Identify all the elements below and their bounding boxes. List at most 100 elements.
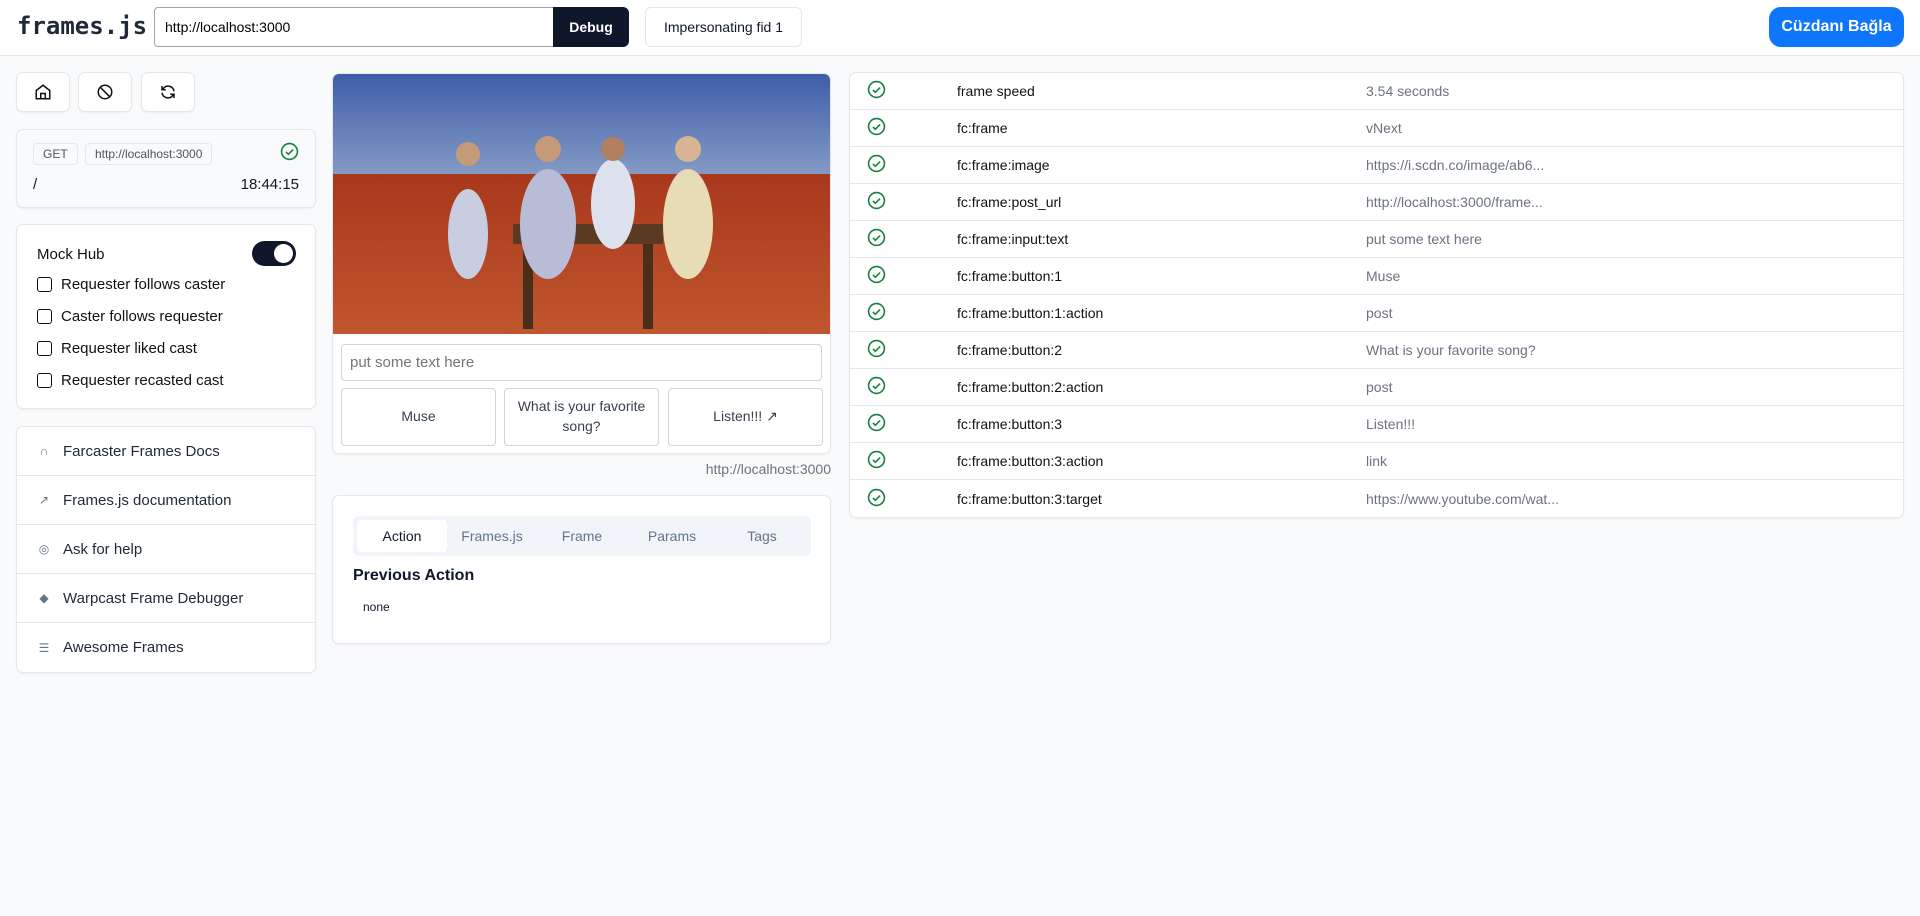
request-card[interactable]: GET http://localhost:3000 / 18:44:15 [16,129,316,208]
frame-button-2[interactable]: What is your favorite song? [504,388,659,446]
tab-params[interactable]: Params [627,520,717,552]
meta-value: put some text here [1366,231,1482,247]
link-label: Warpcast Frame Debugger [63,589,244,607]
meta-key: fc:frame:button:3 [957,416,1063,432]
checkbox-label: Caster follows requester [61,308,223,325]
logo: frames.js [17,12,148,40]
host-badge: http://localhost:3000 [85,143,213,165]
clear-button[interactable] [78,72,132,112]
meta-value: link [1366,453,1388,469]
previous-action-value: none [363,600,390,614]
farcaster-icon: ∩ [39,444,49,458]
meta-key: fc:frame:button:3:action [957,453,1104,469]
tab-frame[interactable]: Frame [537,520,627,552]
mock-hub-label: Mock Hub [37,246,105,263]
table-row: fc:frame:image https://i.scdn.co/image/ab… [850,147,1903,184]
meta-value: vNext [1366,120,1402,136]
table-row: frame speed 3.54 seconds [850,73,1903,110]
meta-key: fc:frame:input:text [957,231,1069,247]
home-icon [35,84,51,100]
connect-wallet-button[interactable]: Cüzdanı Bağla [1769,7,1904,47]
check-circle-icon [867,191,886,210]
table-row: fc:frame:button:1 Muse [850,258,1903,295]
check-circle-icon [867,117,886,136]
meta-value: What is your favorite song? [1366,342,1536,358]
checkbox-caster-follows-requester[interactable]: Caster follows requester [37,308,223,325]
tab-list: Action Frames.js Frame Params Tags [353,516,811,556]
check-circle-icon [867,488,886,506]
checkbox-requester-liked-cast[interactable]: Requester liked cast [37,340,197,357]
refresh-button[interactable] [141,72,195,112]
checkbox-requester-follows-caster[interactable]: Requester follows caster [37,276,225,293]
check-circle-icon [280,142,299,161]
refresh-icon [161,85,175,99]
check-circle-icon [867,302,886,321]
meta-key: fc:frame:button:2 [957,342,1063,358]
frame-button-1[interactable]: Muse [341,388,496,446]
check-circle-icon [867,339,886,358]
checkbox-requester-recasted-cast[interactable]: Requester recasted cast [37,372,224,389]
ban-icon [97,84,113,100]
check-circle-icon [867,376,886,395]
section-heading: Previous Action [353,567,475,584]
table-row: fc:frame:button:1:action post [850,295,1903,332]
meta-value: 3.54 seconds [1366,83,1450,99]
top-bar: frames.js Debug Impersonating fid 1 Cüzd… [0,0,1920,56]
meta-value: Listen!!! [1366,416,1416,432]
link-label: Frames.js documentation [63,491,232,509]
check-circle-icon [867,413,886,432]
frame-host: http://localhost:3000 [705,461,831,477]
meta-key: fc:frame:post_url [957,194,1062,210]
table-row: fc:frame:button:2:action post [850,369,1903,406]
meta-key: frame speed [957,83,1035,99]
mock-hub-toggle[interactable] [252,241,296,266]
meta-value: Muse [1366,268,1401,284]
meta-value: post [1366,379,1393,395]
checkbox-label: Requester follows caster [61,276,226,293]
frame-text-input[interactable] [341,344,822,381]
links-card: ∩ Farcaster Frames Docs ↗ Frames.js docume… [16,426,316,673]
table-row: fc:frame:post_url http://localhost:3000/f… [850,184,1903,221]
frame-image[interactable] [333,74,831,334]
link-farcaster-docs[interactable]: ∩ Farcaster Frames Docs [17,427,315,476]
link-warpcast-debugger[interactable]: ◆ Warpcast Frame Debugger [17,574,315,623]
meta-key: fc:frame:button:2:action [957,379,1104,395]
meta-key: fc:frame:button:1:action [957,305,1104,321]
link-ask-help[interactable]: ◎ Ask for help [17,525,315,574]
link-awesome-frames[interactable]: ☰ Awesome Frames [17,623,315,672]
table-row: fc:frame:button:2 What is your favorite s… [850,332,1903,369]
frame-button-3[interactable]: Listen!!! ↗ [668,388,823,446]
table-row: fc:frame:button:3:target https://www.yout… [850,480,1903,517]
impersonate-button[interactable]: Impersonating fid 1 [645,7,802,47]
table-row: fc:frame:button:3 Listen!!! [850,406,1903,443]
link-label: Farcaster Frames Docs [63,442,220,460]
request-time: 18:44:15 [240,176,299,193]
meta-key: fc:frame [957,120,1008,136]
link-framesjs-docs[interactable]: ↗ Frames.js documentation [17,476,315,525]
tab-tags[interactable]: Tags [717,520,807,552]
tab-framesjs[interactable]: Frames.js [447,520,537,552]
meta-value: post [1366,305,1393,321]
home-button[interactable] [16,72,70,112]
meta-value: https://i.scdn.co/image/ab6... [1366,157,1545,173]
meta-tags-table: frame speed 3.54 seconds fc:frame vNext fc:f… [849,72,1904,518]
checkbox-label: Requester recasted cast [61,372,224,389]
meta-value: http://localhost:3000/frame... [1366,194,1543,210]
method-badge: GET [33,143,78,165]
table-row: fc:frame:input:text put some text here [850,221,1903,258]
request-path: / [33,176,38,193]
chat-icon: ◎ [38,542,50,556]
meta-key: fc:frame:image [957,157,1050,173]
link-label: Ask for help [63,540,143,558]
url-input[interactable] [154,7,554,47]
debug-button[interactable]: Debug [553,7,629,47]
meta-key: fc:frame:button:1 [957,268,1063,284]
check-circle-icon [867,265,886,284]
tab-action[interactable]: Action [357,520,447,552]
check-circle-icon [867,450,886,469]
table-row: fc:frame vNext [850,110,1903,147]
mock-hub-card: Mock Hub Requester follows caster Caster… [16,224,316,409]
check-circle-icon [867,154,886,173]
list-icon: ☰ [38,640,50,655]
external-link-icon: ↗ [38,493,50,507]
